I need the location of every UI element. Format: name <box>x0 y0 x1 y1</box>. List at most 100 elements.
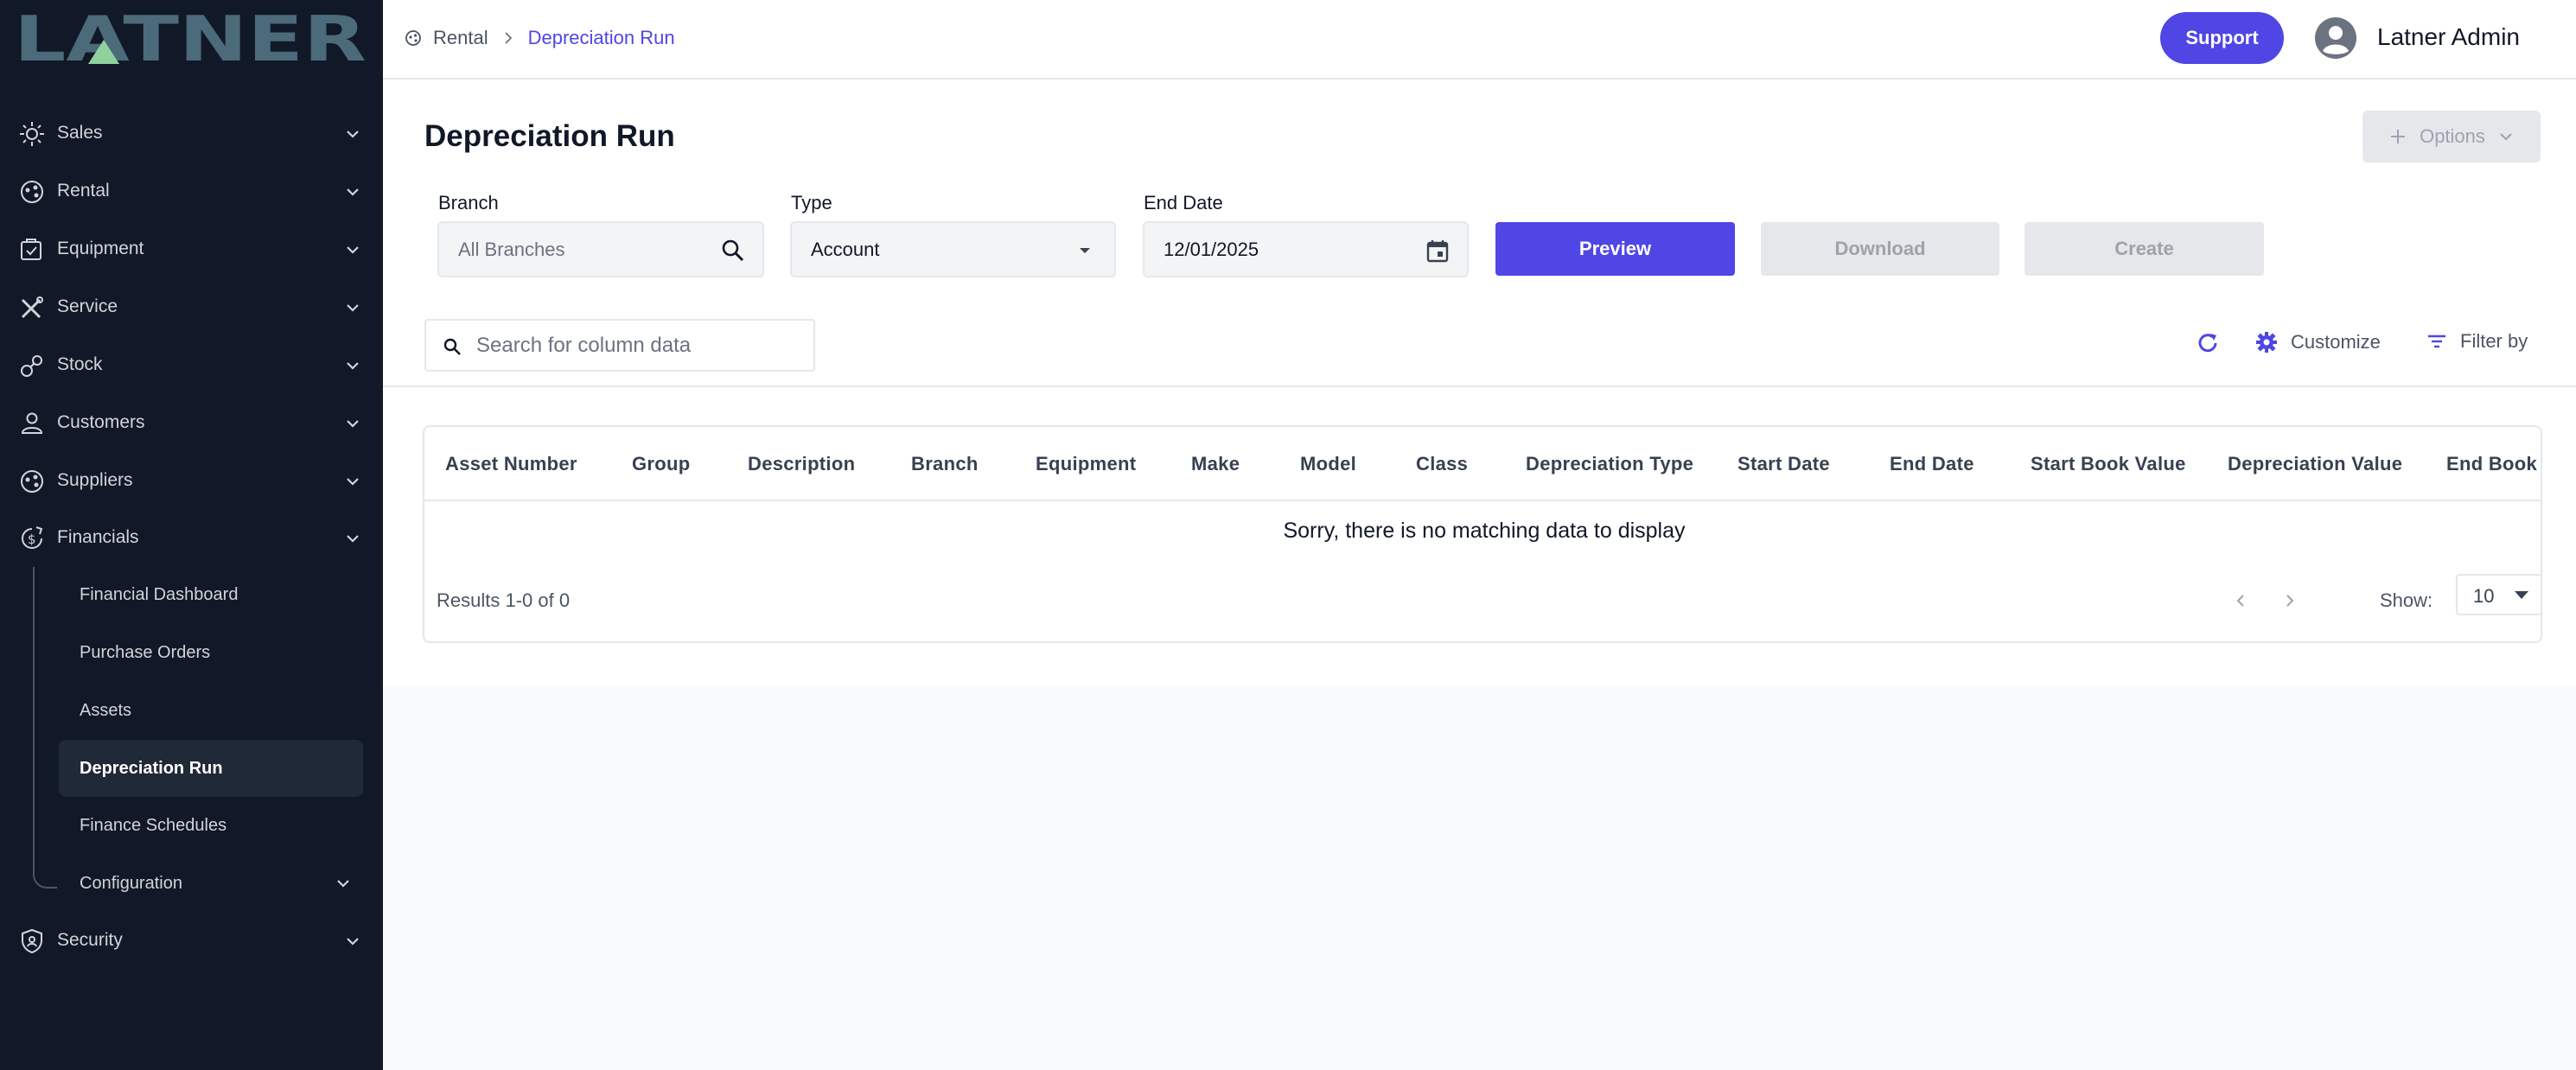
refresh-button[interactable] <box>2195 330 2221 356</box>
options-label: Options <box>2420 125 2485 147</box>
top-header: Rental Depreciation Run Support Latner A… <box>383 0 2576 80</box>
support-button[interactable]: Support <box>2160 12 2284 64</box>
sidebar-subitem-label: Depreciation Run <box>80 758 223 778</box>
chevron-down-icon <box>347 420 359 428</box>
caret-down-icon <box>2515 591 2528 599</box>
sidebar-item-stock[interactable]: Stock <box>0 339 383 391</box>
sidebar-item-service[interactable]: Service <box>0 281 383 333</box>
rental-icon <box>405 30 421 46</box>
chevron-down-icon <box>347 246 359 254</box>
branch-label: Branch <box>438 192 499 213</box>
search-input[interactable] <box>476 329 796 362</box>
type-label: Type <box>791 192 832 213</box>
column-header-model[interactable]: Model <box>1300 453 1356 475</box>
breadcrumb: Rental Depreciation Run <box>404 24 675 52</box>
column-header-start-date[interactable]: Start Date <box>1738 453 1830 475</box>
breadcrumb-rental[interactable]: Rental <box>433 27 488 49</box>
sidebar-item-label: Suppliers <box>57 470 133 490</box>
sidebar-subitem-depreciation-run[interactable]: Depreciation Run <box>59 740 363 797</box>
page-size-select[interactable]: 10 <box>2456 574 2541 615</box>
column-header-depreciation-type[interactable]: Depreciation Type <box>1526 453 1693 475</box>
gear-icon <box>2256 332 2277 353</box>
service-icon <box>21 296 43 319</box>
shield-icon <box>22 928 42 954</box>
equipment-icon <box>21 239 41 260</box>
chevron-down-icon <box>347 478 359 486</box>
divider <box>383 385 2576 387</box>
results-count: Results 1-0 of 0 <box>437 589 571 611</box>
main-panel: Depreciation Run Options Branch All Bran… <box>383 80 2576 686</box>
column-header-end-book-value[interactable]: End Book Value <box>2446 453 2541 475</box>
column-header-class[interactable]: Class <box>1416 453 1468 475</box>
chevron-down-icon <box>347 131 359 138</box>
sidebar-subitem-label: Financial Dashboard <box>80 584 239 604</box>
sidebar-subitem-financial-dashboard[interactable]: Financial Dashboard <box>59 566 363 623</box>
breadcrumb-current: Depreciation Run <box>527 27 675 48</box>
sidebar-subitem-finance-schedules[interactable]: Finance Schedules <box>59 797 363 854</box>
calendar-icon[interactable] <box>1424 237 1451 264</box>
chevron-down-icon <box>337 880 349 888</box>
type-select[interactable]: Account <box>790 221 1116 277</box>
page-size-value: 10 <box>2473 585 2495 607</box>
sidebar-item-rental[interactable]: Rental <box>0 165 383 217</box>
end-date-label: End Date <box>1144 192 1223 213</box>
chevron-left-icon[interactable] <box>2231 591 2250 610</box>
sidebar-item-suppliers[interactable]: Suppliers <box>0 455 383 506</box>
column-header-end-date[interactable]: End Date <box>1890 453 1974 475</box>
chevron-down-icon <box>347 304 359 312</box>
chevron-down-icon <box>347 188 359 196</box>
sidebar-subitem-assets[interactable]: Assets <box>59 682 363 739</box>
sidebar-item-label: Financials <box>57 527 139 547</box>
sidebar-item-label: Service <box>57 296 118 316</box>
filter-icon <box>2428 334 2445 348</box>
chevron-right-icon <box>504 32 512 44</box>
user-name[interactable]: Latner Admin <box>2377 23 2520 51</box>
sidebar-item-label: Rental <box>57 181 110 201</box>
suppliers-icon <box>21 470 43 493</box>
sidebar-item-label: Security <box>57 930 123 950</box>
column-header-equipment[interactable]: Equipment <box>1036 453 1136 475</box>
sidebar-item-equipment[interactable]: Equipment <box>0 223 383 275</box>
column-header-start-book-value[interactable]: Start Book Value <box>2031 453 2186 475</box>
column-header-group[interactable]: Group <box>632 453 691 475</box>
branch-value: All Branches <box>458 238 565 260</box>
column-header-asset-number[interactable]: Asset Number <box>445 453 577 475</box>
column-header-description[interactable]: Description <box>748 453 855 475</box>
sidebar-item-customers[interactable]: Customers <box>0 397 383 449</box>
column-header-depreciation-value[interactable]: Depreciation Value <box>2228 453 2402 475</box>
branch-field[interactable]: All Branches <box>437 221 764 277</box>
depreciation-table: Asset Number Group Description Branch Eq… <box>423 425 2542 643</box>
column-search[interactable] <box>424 319 815 372</box>
sales-icon <box>20 122 44 146</box>
search-icon <box>443 338 461 355</box>
chevron-down-icon <box>347 362 359 370</box>
sidebar-subitem-label: Configuration <box>80 873 182 893</box>
customize-label: Customize <box>2291 331 2381 353</box>
latner-logo[interactable]: LATNER <box>14 9 368 67</box>
options-button: Options <box>2362 111 2541 162</box>
customize-button[interactable]: Customize <box>2254 330 2381 354</box>
customers-icon <box>21 412 43 434</box>
sidebar-item-financials[interactable]: $ Financials <box>0 512 383 564</box>
rental-icon <box>21 181 43 203</box>
filter-by-button[interactable]: Filter by <box>2426 330 2528 353</box>
table-header: Asset Number Group Description Branch Eq… <box>424 427 2541 501</box>
caret-down-icon <box>1080 248 1090 253</box>
column-header-make[interactable]: Make <box>1191 453 1240 475</box>
sidebar-subitem-purchase-orders[interactable]: Purchase Orders <box>59 624 363 681</box>
sidebar-item-sales[interactable]: Sales <box>0 107 383 159</box>
chevron-right-icon[interactable] <box>2280 591 2299 610</box>
sidebar-subitem-label: Finance Schedules <box>80 815 227 835</box>
end-date-field[interactable]: 12/01/2025 <box>1143 221 1469 277</box>
sidebar-subitem-configuration[interactable]: Configuration <box>59 855 363 912</box>
user-avatar-icon[interactable] <box>2314 16 2357 60</box>
sidebar-item-security[interactable]: Security <box>0 914 383 966</box>
search-icon[interactable] <box>719 237 747 264</box>
empty-table-message: Sorry, there is no matching data to disp… <box>1283 519 1686 543</box>
sidebar-subitem-label: Assets <box>80 700 132 720</box>
column-header-branch[interactable]: Branch <box>911 453 979 475</box>
preview-button[interactable]: Preview <box>1495 222 1735 276</box>
stock-icon <box>21 355 42 377</box>
svg-text:$: $ <box>28 532 36 547</box>
page-title: Depreciation Run <box>424 119 675 153</box>
